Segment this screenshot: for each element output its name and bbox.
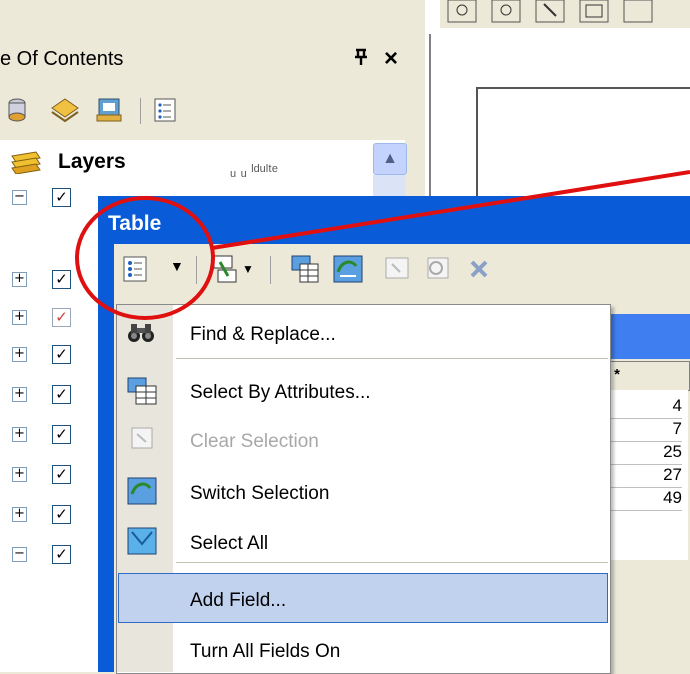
layer-visibility-checkbox[interactable]: ✓: [52, 188, 71, 207]
menu-item-clear-selection[interactable]: Clear Selection: [190, 431, 319, 453]
menu-item-select-by-attributes[interactable]: Select By Attributes...: [190, 382, 371, 404]
toolbar-divider: [270, 256, 271, 284]
list-by-drawing-order-icon[interactable]: [4, 95, 34, 125]
select-by-attributes-icon: [124, 374, 164, 408]
clear-selection-icon[interactable]: [380, 252, 416, 286]
select-by-attributes-icon[interactable]: [286, 252, 322, 286]
layer-visibility-checkbox[interactable]: ✓: [52, 505, 71, 524]
layer-visibility-checkbox[interactable]: ✓: [52, 308, 71, 327]
layer-visibility-checkbox[interactable]: ✓: [52, 270, 71, 289]
layer-visibility-checkbox[interactable]: ✓: [52, 545, 71, 564]
layer-expand-toggle[interactable]: +: [12, 347, 27, 362]
menu-item-add-field[interactable]: Add Field...: [190, 590, 286, 612]
switch-selection-icon: [124, 474, 164, 508]
toc-title: e Of Contents: [0, 48, 124, 70]
layer-expand-toggle[interactable]: +: [12, 387, 27, 402]
menu-separator: [176, 358, 608, 359]
layer-expand-toggle[interactable]: +: [12, 507, 27, 522]
layer-visibility-checkbox[interactable]: ✓: [52, 385, 71, 404]
menu-item-select-all[interactable]: Select All: [190, 533, 268, 555]
layout-toolbar-icons[interactable]: [440, 0, 690, 28]
layer-expand-toggle[interactable]: +: [12, 310, 27, 325]
layer-expand-toggle[interactable]: −: [12, 547, 27, 562]
layers-icon: [10, 150, 42, 175]
zoom-to-selected-icon[interactable]: [420, 252, 456, 286]
select-all-icon: [124, 524, 164, 558]
switch-selection-icon[interactable]: [330, 252, 366, 286]
layer-expand-toggle[interactable]: −: [12, 190, 27, 205]
toolbar-divider: [140, 98, 141, 124]
menu-item-switch-selection[interactable]: Switch Selection: [190, 483, 329, 505]
menu-item-turn-all-fields-on[interactable]: Turn All Fields On: [190, 641, 340, 663]
menu-item-find-replace[interactable]: Find & Replace...: [190, 324, 336, 346]
binoculars-icon: [124, 318, 164, 352]
obscured-layer-text: ᵤ ᵤ ˡᵈᵘˡᵗᵉ: [230, 163, 278, 180]
layer-visibility-checkbox[interactable]: ✓: [52, 345, 71, 364]
layer-expand-toggle[interactable]: +: [12, 427, 27, 442]
options-icon[interactable]: [150, 95, 180, 125]
list-by-source-icon[interactable]: [50, 95, 80, 125]
close-icon[interactable]: ×: [384, 45, 398, 73]
related-tables-dropdown-arrow[interactable]: ▼: [242, 262, 254, 276]
annotation-circle: [75, 196, 215, 320]
layer-expand-toggle[interactable]: +: [12, 272, 27, 287]
list-by-visibility-icon[interactable]: [94, 95, 124, 125]
layer-visibility-checkbox[interactable]: ✓: [52, 425, 71, 444]
layer-expand-toggle[interactable]: +: [12, 467, 27, 482]
layout-toolbar: [440, 0, 690, 28]
clear-selection-icon: [124, 422, 164, 456]
layers-label: Layers: [58, 150, 126, 173]
menu-separator: [176, 562, 608, 563]
layer-visibility-checkbox[interactable]: ✓: [52, 465, 71, 484]
delete-selected-icon[interactable]: [462, 252, 498, 286]
scroll-up-button[interactable]: ▲: [373, 143, 407, 175]
pin-icon[interactable]: [353, 48, 369, 71]
